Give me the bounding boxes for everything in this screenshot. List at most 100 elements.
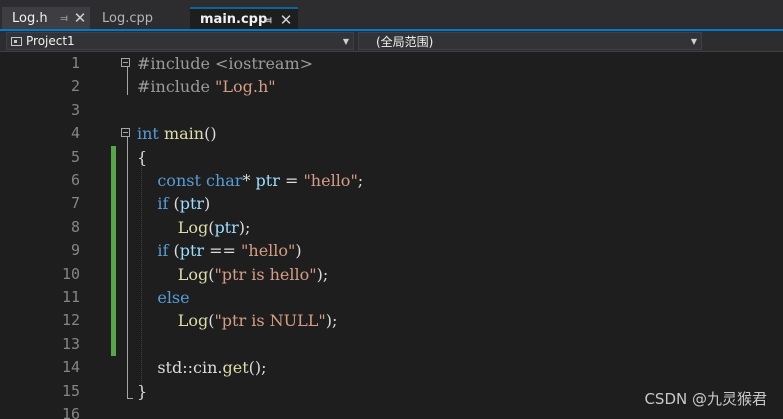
code-line[interactable]: Log(ptr); xyxy=(137,216,251,239)
line-number: 8 xyxy=(70,217,80,236)
code-editor[interactable]: 1 2 3 4 5 6 7 8 9 10 11 12 13 14 15 16 #include <iostre… xyxy=(0,52,783,419)
document-tab-bar: Log.h ⫤ ✕ Log.cpp main.cpp ⫤ ✕ xyxy=(0,0,783,31)
pin-icon[interactable]: ⫤ xyxy=(260,9,276,31)
code-line[interactable]: } xyxy=(137,380,147,403)
line-number: 10 xyxy=(61,264,80,283)
scope-dropdown-label: (全局范围) xyxy=(376,34,434,49)
code-line[interactable]: #include <iostream> xyxy=(137,52,313,75)
code-token: Log xyxy=(177,264,209,284)
code-token: get xyxy=(222,358,249,378)
tab-log-h[interactable]: Log.h ⫤ ✕ xyxy=(2,7,90,29)
code-token: int xyxy=(137,124,159,144)
code-token: ); xyxy=(316,264,329,284)
code-line[interactable]: std::cin.get(); xyxy=(137,356,267,379)
line-number: 14 xyxy=(61,358,80,377)
line-number: 12 xyxy=(61,311,80,330)
code-line[interactable]: if (ptr == "hello") xyxy=(137,239,302,262)
code-token: () xyxy=(204,124,217,144)
tab-log-cpp[interactable]: Log.cpp xyxy=(92,7,188,29)
code-token: ); xyxy=(238,217,251,237)
code-token: char xyxy=(205,171,243,190)
code-token: ptr xyxy=(255,171,280,190)
code-token: "ptr is hello" xyxy=(214,264,317,284)
project-dropdown[interactable]: Project1 ▼ xyxy=(6,32,354,50)
selection-margin[interactable] xyxy=(0,52,34,419)
project-dropdown-label: Project1 xyxy=(26,34,75,48)
tab-label: Log.h xyxy=(12,10,48,26)
code-token: "hello" xyxy=(303,171,358,190)
tab-label: main.cpp xyxy=(200,11,268,27)
fold-end-tick xyxy=(127,398,133,399)
code-token: ( xyxy=(168,194,180,214)
code-line[interactable]: int main() xyxy=(137,122,217,145)
line-number: 7 xyxy=(70,194,80,213)
line-number: 13 xyxy=(61,334,80,353)
code-token: } xyxy=(137,381,148,401)
code-token: ptr xyxy=(179,241,205,261)
line-number: 16 xyxy=(61,405,80,419)
close-icon[interactable]: ✕ xyxy=(278,9,294,31)
watermark: CSDN @九灵猴君 xyxy=(644,390,767,408)
scope-dropdown[interactable]: (全局范围) ▼ xyxy=(358,32,702,50)
line-number: 15 xyxy=(61,381,80,400)
code-line[interactable]: Log("ptr is hello"); xyxy=(137,263,329,286)
line-number: 6 xyxy=(70,171,80,189)
code-token: (); xyxy=(248,358,267,378)
code-token: == xyxy=(204,241,242,261)
code-token: "ptr is NULL" xyxy=(214,311,326,331)
code-token: std::cin. xyxy=(137,358,223,378)
fold-line xyxy=(127,137,128,398)
code-token: #include xyxy=(137,77,216,97)
tab-label: Log.cpp xyxy=(102,10,154,26)
code-token: main xyxy=(163,124,205,144)
line-number: 11 xyxy=(61,288,80,306)
line-number: 3 xyxy=(70,100,80,119)
tab-main-cpp[interactable]: main.cpp ⫤ ✕ xyxy=(190,7,298,29)
code-token: * xyxy=(242,171,256,190)
change-tracking-marker xyxy=(111,146,116,356)
code-line[interactable]: Log("ptr is NULL"); xyxy=(137,309,338,332)
code-token: Log xyxy=(177,217,209,237)
code-token: "hello" xyxy=(241,241,296,261)
code-line[interactable]: else xyxy=(137,286,190,309)
code-token: Log xyxy=(177,311,209,331)
code-line[interactable]: if (ptr) xyxy=(137,192,210,215)
code-line[interactable]: const char* ptr = "hello"; xyxy=(137,169,363,192)
code-token: if xyxy=(157,241,169,261)
close-icon[interactable]: ✕ xyxy=(72,7,88,29)
code-token: ptr xyxy=(214,217,239,237)
code-token: { xyxy=(137,147,148,167)
collapse-icon[interactable] xyxy=(121,128,130,137)
chevron-down-icon[interactable]: ▼ xyxy=(343,33,349,49)
code-token: ptr xyxy=(179,194,205,214)
navigation-bar: Project1 ▼ (全局范围) ▼ xyxy=(0,31,783,52)
code-token: const xyxy=(157,171,201,190)
collapse-icon[interactable] xyxy=(121,58,130,67)
code-token: #include <iostream> xyxy=(137,54,314,73)
line-number: 4 xyxy=(70,124,80,143)
pin-icon[interactable]: ⫤ xyxy=(56,7,72,29)
code-token: ) xyxy=(295,241,302,261)
code-token: ( xyxy=(168,241,180,261)
line-number: 5 xyxy=(70,147,80,166)
line-number: 9 xyxy=(70,241,80,260)
project-icon xyxy=(11,36,22,46)
fold-line xyxy=(127,67,128,95)
code-token: ) xyxy=(204,194,211,214)
code-line[interactable]: { xyxy=(137,146,147,169)
code-token: ); xyxy=(325,311,338,331)
code-line[interactable]: #include "Log.h" xyxy=(137,75,276,98)
code-token: else xyxy=(157,288,190,307)
code-token: ; xyxy=(357,171,364,190)
code-token: if xyxy=(157,194,169,214)
chevron-down-icon[interactable]: ▼ xyxy=(691,33,697,49)
line-number: 1 xyxy=(70,54,80,72)
code-token: "Log.h" xyxy=(215,77,276,97)
code-token: = xyxy=(279,171,304,190)
